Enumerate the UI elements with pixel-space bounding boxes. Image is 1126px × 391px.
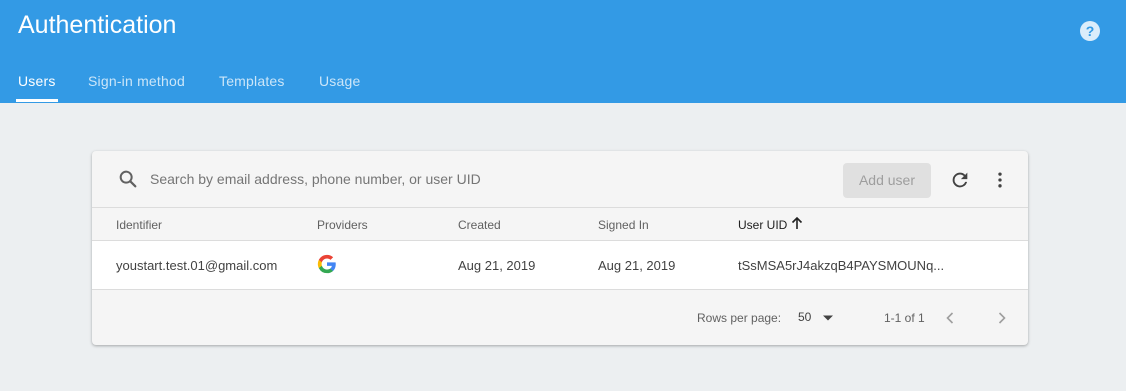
chevron-left-icon[interactable] <box>942 310 958 326</box>
identifier-cell: youstart.test.01@gmail.com <box>116 258 278 273</box>
chevron-right-icon[interactable] <box>994 310 1010 326</box>
app-header: Authentication ? Users Sign-in method Te… <box>0 0 1126 103</box>
refresh-icon[interactable] <box>949 169 971 191</box>
add-user-button[interactable]: Add user <box>843 163 931 198</box>
search-toolbar: Add user <box>92 151 1028 207</box>
rows-per-page-select[interactable]: 50 <box>798 308 838 328</box>
more-vert-icon[interactable] <box>990 170 1010 190</box>
search-input[interactable] <box>150 168 830 190</box>
column-providers: Providers <box>317 218 368 232</box>
sort-ascending-icon[interactable] <box>791 216 803 230</box>
created-cell: Aug 21, 2019 <box>458 258 536 273</box>
rows-per-page-label: Rows per page: <box>697 311 782 325</box>
column-user-uid[interactable]: User UID <box>738 218 787 232</box>
pagination-bar: Rows per page: 50 1-1 of 1 <box>92 290 1028 345</box>
tab-sign-in-method[interactable]: Sign-in method <box>88 73 185 89</box>
column-identifier[interactable]: Identifier <box>116 218 162 232</box>
tab-templates[interactable]: Templates <box>219 73 285 89</box>
table-header: Identifier Providers Created Signed In U… <box>92 207 1028 241</box>
table-row[interactable]: youstart.test.01@gmail.com Aug 21, 2019 … <box>92 241 1028 290</box>
user-uid-cell: tSsMSA5rJ4akzqB4PAYSMOUNq... <box>738 258 945 273</box>
help-icon[interactable]: ? <box>1080 21 1100 41</box>
page-range: 1-1 of 1 <box>884 311 925 325</box>
arrow-drop-down-icon <box>823 315 833 321</box>
column-signed-in[interactable]: Signed In <box>598 218 649 232</box>
search-icon <box>119 170 137 188</box>
google-icon <box>317 254 336 274</box>
active-tab-indicator <box>16 99 58 102</box>
users-card: Add user Identifier Providers Created Si… <box>92 151 1028 345</box>
signed-in-cell: Aug 21, 2019 <box>598 258 676 273</box>
tab-usage[interactable]: Usage <box>319 73 360 89</box>
tab-users[interactable]: Users <box>18 73 56 89</box>
column-created[interactable]: Created <box>458 218 501 232</box>
rows-per-page-value: 50 <box>798 310 812 324</box>
page-title: Authentication <box>18 11 177 39</box>
